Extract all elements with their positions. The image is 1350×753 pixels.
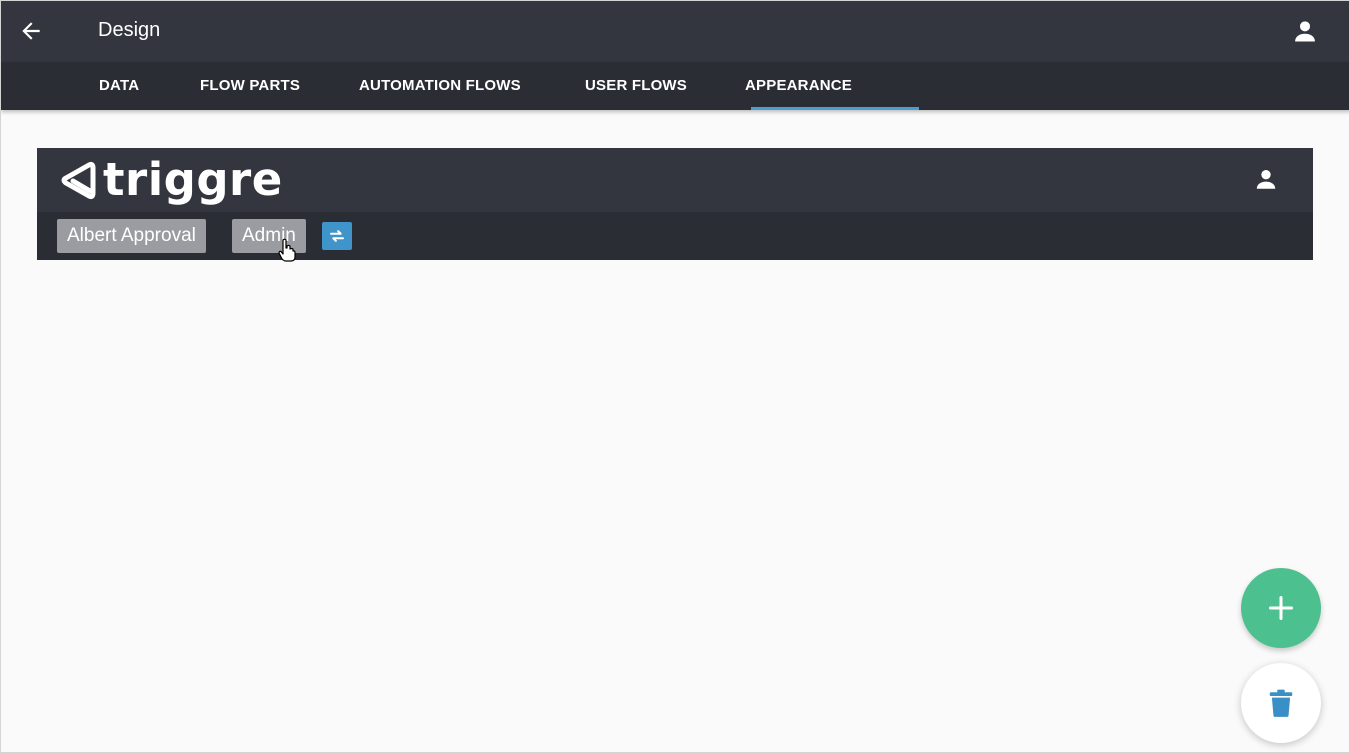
app-bar: Design (1, 1, 1349, 62)
hand-cursor-icon (278, 238, 296, 262)
swap-button[interactable] (322, 222, 352, 250)
triggre-logo: triggre (59, 156, 283, 204)
triggre-logo-icon (61, 161, 96, 200)
preview-menu-bar: Albert Approval Admin (37, 212, 1313, 260)
preview-top-bar: triggre (37, 148, 1313, 212)
tab-user-flows[interactable]: USER FLOWS (585, 62, 687, 110)
tab-data[interactable]: DATA (99, 62, 139, 110)
back-button[interactable] (15, 15, 47, 47)
account-button[interactable] (1289, 15, 1321, 47)
tab-bar: DATA FLOW PARTS AUTOMATION FLOWS USER FL… (1, 62, 1349, 110)
user-icon (1256, 170, 1276, 189)
add-button[interactable] (1241, 568, 1321, 648)
preview-account-button[interactable] (1251, 164, 1281, 194)
user-icon (1295, 21, 1315, 42)
menu-item-albert-approval[interactable]: Albert Approval (57, 219, 206, 253)
design-page: Design DATA FLOW PARTS AUTOMATION FLOWS … (0, 0, 1350, 753)
page-title: Design (98, 19, 161, 41)
plus-icon (1268, 595, 1294, 621)
tab-automation-flows[interactable]: AUTOMATION FLOWS (359, 62, 521, 110)
tab-flow-parts[interactable]: FLOW PARTS (200, 62, 300, 110)
arrow-left-icon (22, 22, 40, 40)
trash-icon (1269, 689, 1293, 717)
delete-button[interactable] (1241, 663, 1321, 743)
swap-arrows-icon (330, 230, 344, 242)
header-preview: triggre Albert Approval Admin (37, 148, 1313, 260)
logo-text: triggre (103, 153, 283, 206)
tab-appearance[interactable]: APPEARANCE (745, 62, 920, 110)
